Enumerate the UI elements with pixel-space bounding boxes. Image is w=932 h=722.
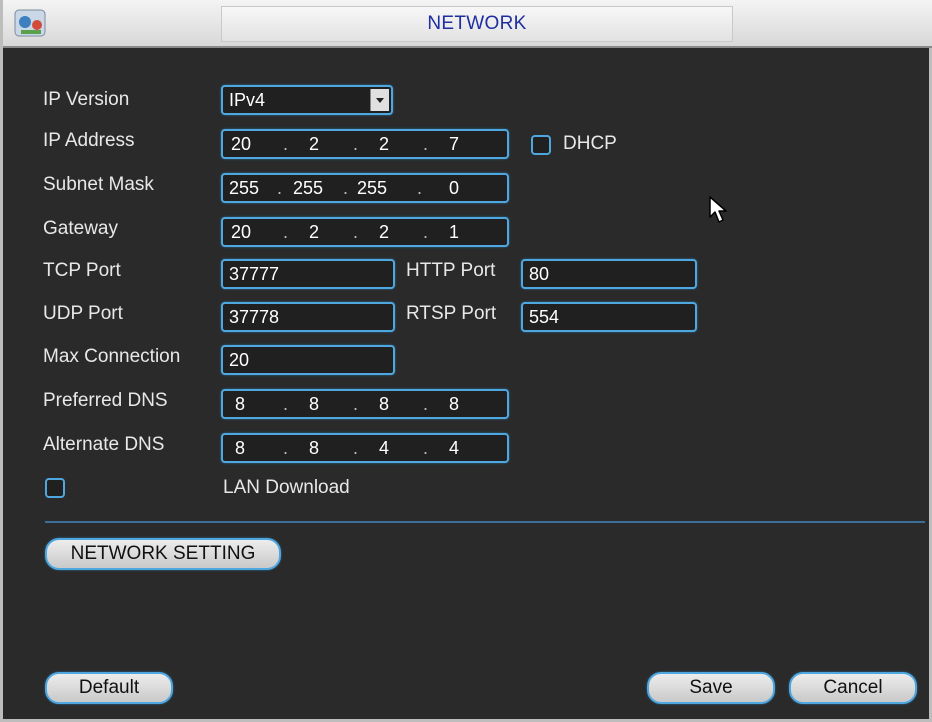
octet-separator: .	[423, 222, 429, 242]
ip-address-octet-1[interactable]: 20	[231, 131, 251, 157]
subnet-mask-octet-1[interactable]: 255	[229, 175, 259, 201]
mouse-pointer-icon	[709, 196, 727, 223]
udp-port-input[interactable]: 37778	[221, 302, 395, 332]
gateway-octet-3[interactable]: 2	[379, 219, 389, 245]
gateway-label: Gateway	[43, 218, 118, 239]
alternate-dns-input[interactable]: 8 . 8 . 4 . 4	[221, 433, 509, 463]
gateway-octet-4[interactable]: 1	[449, 219, 459, 245]
max-connection-input[interactable]: 20	[221, 345, 395, 375]
ip-version-select[interactable]: IPv4	[221, 85, 393, 115]
cancel-button[interactable]: Cancel	[789, 672, 917, 704]
octet-separator: .	[423, 438, 429, 458]
octet-separator: .	[417, 178, 423, 198]
preferred-dns-input[interactable]: 8 . 8 . 8 . 8	[221, 389, 509, 419]
gateway-input[interactable]: 20 . 2 . 2 . 1	[221, 217, 509, 247]
network-dialog: NETWORK IP Version IPv4 IP Address 20 . …	[0, 0, 932, 722]
alternate-dns-octet-2[interactable]: 8	[309, 435, 319, 461]
ip-address-label: IP Address	[43, 130, 135, 151]
ip-address-octet-3[interactable]: 2	[379, 131, 389, 157]
http-port-label: HTTP Port	[406, 260, 496, 281]
octet-separator: .	[423, 394, 429, 414]
title-bar: NETWORK	[3, 0, 932, 48]
alternate-dns-octet-4[interactable]: 4	[449, 435, 459, 461]
octet-separator: .	[277, 178, 283, 198]
preferred-dns-octet-3[interactable]: 8	[379, 391, 389, 417]
preferred-dns-octet-1[interactable]: 8	[235, 391, 245, 417]
ip-address-input[interactable]: 20 . 2 . 2 . 7	[221, 129, 509, 159]
subnet-mask-octet-2[interactable]: 255	[293, 175, 323, 201]
subnet-mask-octet-3[interactable]: 255	[357, 175, 387, 201]
octet-separator: .	[283, 222, 289, 242]
octet-separator: .	[283, 438, 289, 458]
ip-version-label: IP Version	[43, 89, 130, 110]
default-button[interactable]: Default	[45, 672, 173, 704]
dropdown-arrow-icon[interactable]	[370, 89, 389, 111]
alternate-dns-label: Alternate DNS	[43, 434, 165, 455]
rtsp-port-label: RTSP Port	[406, 303, 497, 324]
subnet-mask-octet-4[interactable]: 0	[449, 175, 459, 201]
alternate-dns-octet-3[interactable]: 4	[379, 435, 389, 461]
udp-port-label: UDP Port	[43, 303, 123, 324]
save-button[interactable]: Save	[647, 672, 775, 704]
octet-separator: .	[353, 394, 359, 414]
ip-address-octet-4[interactable]: 7	[449, 131, 459, 157]
octet-separator: .	[353, 134, 359, 154]
preferred-dns-octet-4[interactable]: 8	[449, 391, 459, 417]
dhcp-checkbox[interactable]	[531, 135, 551, 155]
octet-separator: .	[283, 134, 289, 154]
rtsp-port-input[interactable]: 554	[521, 302, 697, 332]
gateway-octet-2[interactable]: 2	[309, 219, 319, 245]
max-connection-label: Max Connection	[43, 346, 181, 367]
dhcp-label: DHCP	[563, 133, 617, 154]
octet-separator: .	[423, 134, 429, 154]
octet-separator: .	[283, 394, 289, 414]
ip-version-value: IPv4	[229, 90, 266, 110]
subnet-mask-label: Subnet Mask	[43, 174, 154, 195]
alternate-dns-octet-1[interactable]: 8	[235, 435, 245, 461]
lan-download-checkbox[interactable]	[45, 478, 65, 498]
subnet-mask-input[interactable]: 255 . 255 . 255 . 0	[221, 173, 509, 203]
ip-address-octet-2[interactable]: 2	[309, 131, 319, 157]
octet-separator: .	[353, 222, 359, 242]
preferred-dns-octet-2[interactable]: 8	[309, 391, 319, 417]
http-port-input[interactable]: 80	[521, 259, 697, 289]
preferred-dns-label: Preferred DNS	[43, 390, 168, 411]
octet-separator: .	[343, 178, 349, 198]
section-divider	[45, 521, 925, 523]
lan-download-label: LAN Download	[223, 477, 350, 498]
window-title: NETWORK	[221, 6, 733, 42]
tcp-port-input[interactable]: 37777	[221, 259, 395, 289]
tcp-port-label: TCP Port	[43, 260, 121, 281]
app-icon	[14, 9, 46, 37]
octet-separator: .	[353, 438, 359, 458]
network-setting-button[interactable]: NETWORK SETTING	[45, 538, 281, 570]
gateway-octet-1[interactable]: 20	[231, 219, 251, 245]
